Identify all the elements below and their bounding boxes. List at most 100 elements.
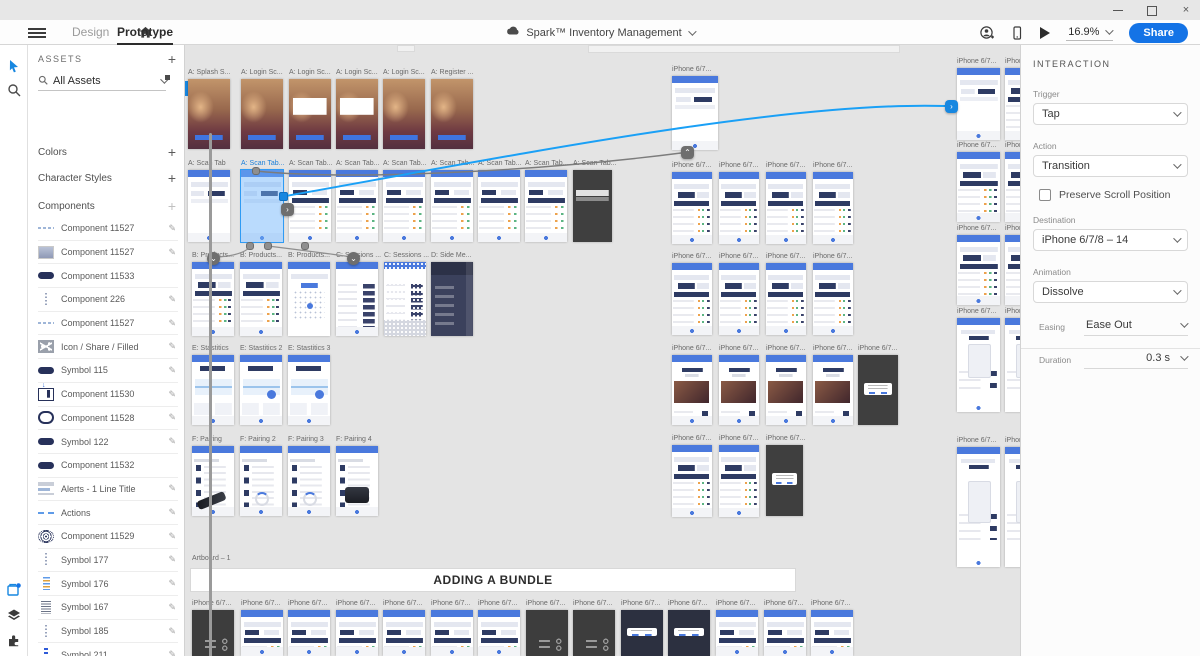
artboard-thumbnail[interactable] (621, 610, 663, 656)
artboard-label[interactable]: F: Pairing (192, 436, 222, 443)
artboard[interactable]: iPhone 6/7... (672, 162, 712, 244)
artboard-label[interactable]: iPhone 6/7... (813, 162, 852, 169)
artboard-label[interactable]: iPhone 6/7... (1005, 437, 1020, 444)
artboard-label[interactable]: B: Products... (240, 252, 282, 259)
edit-icon[interactable]: ✎ (168, 365, 178, 376)
device-preview-icon[interactable] (1010, 25, 1024, 40)
artboard[interactable]: iPhone 6/7... (811, 600, 853, 656)
artboard-thumbnail[interactable] (957, 235, 1000, 305)
artboard-thumbnail[interactable] (431, 79, 473, 149)
artboard[interactable]: F: Pairing 3 (288, 436, 330, 516)
artboard[interactable]: iPhone 6/7... (336, 600, 378, 656)
artboard-thumbnail[interactable] (811, 610, 853, 656)
edit-icon[interactable]: ✎ (168, 247, 178, 258)
artboard-thumbnail[interactable] (288, 446, 330, 516)
artboard-label[interactable]: iPhone 6/7... (766, 253, 805, 260)
destination-dropdown[interactable]: iPhone 6/7/8 – 14 (1033, 229, 1188, 251)
artboard[interactable]: iPhone 6/7... (764, 600, 806, 656)
component-list-item[interactable]: Component 11528 ✎ (38, 406, 178, 431)
preserve-scroll-checkbox[interactable] (1039, 189, 1051, 201)
add-asset-button[interactable]: + (168, 52, 176, 66)
artboard-label[interactable]: iPhone 6/7... (766, 345, 805, 352)
chevron-down-badge-icon[interactable]: ⌄ (347, 252, 360, 265)
artboard-thumbnail[interactable] (192, 610, 234, 656)
artboard-label[interactable]: iPhone 6/7... (431, 600, 470, 607)
artboard-label[interactable]: iPhone 6/7... (719, 345, 758, 352)
edit-icon[interactable]: ✎ (168, 483, 178, 494)
artboard-thumbnail[interactable] (719, 445, 759, 517)
artboard-thumbnail[interactable] (573, 610, 615, 656)
artboard[interactable]: iPhone 6/7... (957, 58, 1000, 140)
artboard[interactable]: E: Stastitics 3 (288, 345, 330, 425)
artboard[interactable]: iPhone 6/7... (719, 345, 759, 425)
artboard-label[interactable]: D: Side Me... (431, 252, 471, 259)
artboard-thumbnail[interactable] (1005, 235, 1020, 305)
artboard-thumbnail[interactable] (766, 263, 806, 335)
artboard-thumbnail[interactable] (336, 170, 378, 242)
artboard-label[interactable]: iPhone 6/7... (858, 345, 897, 352)
artboard[interactable]: iPhone 6/7... (241, 600, 283, 656)
zoom-level-control[interactable]: 16.9% (1066, 24, 1115, 41)
artboard[interactable]: iPhone 6/7... (957, 225, 1000, 305)
artboard-thumbnail[interactable] (957, 447, 1000, 567)
artboard-label[interactable]: iPhone 6/7... (478, 600, 517, 607)
libraries-icon[interactable] (7, 583, 21, 597)
artboard-thumbnail[interactable] (1005, 68, 1020, 140)
artboard-thumbnail[interactable] (431, 170, 473, 242)
artboard-label[interactable]: F: Pairing 3 (288, 436, 324, 443)
artboard-thumbnail[interactable] (957, 318, 1000, 412)
artboard[interactable]: iPhone 6/7... (672, 435, 712, 517)
artboard-thumbnail[interactable] (288, 262, 330, 336)
component-list-item[interactable]: Alerts - 1 Line Title ✎ (38, 477, 178, 502)
section-colors[interactable]: Colors (38, 147, 67, 158)
add-component-button[interactable]: + (168, 199, 176, 213)
artboard-label[interactable]: iPhone 6/7... (336, 600, 375, 607)
component-list-item[interactable]: Component 11527 ✎ (38, 240, 178, 265)
artboard-thumbnail[interactable] (1005, 318, 1020, 412)
component-list-item[interactable]: Component 226 ✎ (38, 288, 178, 312)
artboard-label[interactable]: iPhone 6/7... (719, 253, 758, 260)
artboard[interactable]: iPhone 6/7... (383, 600, 425, 656)
artboard-label[interactable]: A: Scan Tab... (289, 160, 332, 167)
artboard-thumbnail[interactable] (526, 610, 568, 656)
artboard[interactable]: B: Products... (240, 252, 282, 336)
artboard[interactable]: iPhone 6/7... (1005, 308, 1020, 412)
window-minimize-button[interactable] (1112, 4, 1124, 16)
edit-icon[interactable]: ✎ (168, 531, 178, 542)
artboard-thumbnail[interactable] (668, 610, 710, 656)
artboard-label[interactable]: iPhone 6/7... (383, 600, 422, 607)
edit-icon[interactable]: ✎ (168, 341, 178, 352)
component-list-item[interactable]: Component 11533 (38, 264, 178, 289)
component-list-item[interactable]: Symbol 176 ✎ (38, 572, 178, 596)
artboard-thumbnail[interactable] (289, 170, 331, 242)
edit-icon[interactable]: ✎ (168, 412, 178, 423)
artboard-label[interactable]: iPhone 6/7... (716, 600, 755, 607)
artboard[interactable]: A: Scan Tab... (289, 160, 332, 242)
assets-scrollbar[interactable] (209, 133, 212, 656)
edit-icon[interactable]: ✎ (168, 389, 178, 400)
artboard[interactable]: C: Sessions ... (384, 252, 429, 336)
artboard-thumbnail[interactable] (240, 446, 282, 516)
artboard[interactable]: iPhone 6/7... (1005, 58, 1020, 140)
artboard-thumbnail[interactable] (719, 172, 759, 244)
artboard-label[interactable]: iPhone 6/7... (526, 600, 565, 607)
preserve-scroll-checkbox-row[interactable]: Preserve Scroll Position (1039, 189, 1188, 201)
wire-end-arrow-icon[interactable]: › (945, 100, 958, 113)
layers-icon[interactable] (7, 608, 21, 622)
artboard-label[interactable]: A: Scan Tab... (573, 160, 616, 167)
bundle-section-banner[interactable]: ADDING A BUNDLE (190, 568, 796, 592)
artboard-label[interactable]: A: Login Sc... (289, 69, 331, 76)
artboard-label[interactable]: iPhone 6/7... (621, 600, 660, 607)
artboard[interactable]: C: Sessions ... (336, 252, 381, 336)
edit-icon[interactable]: ✎ (168, 223, 178, 234)
trigger-dropdown[interactable]: Tap (1033, 103, 1188, 125)
artboard[interactable]: iPhone 6/7... (431, 600, 473, 656)
edit-icon[interactable]: ✎ (168, 578, 178, 589)
artboard[interactable]: iPhone 6/7... (526, 600, 568, 656)
artboard[interactable]: iPhone 6/7... (766, 435, 805, 516)
artboard[interactable]: iPhone 6/7... (1005, 225, 1020, 305)
artboard-thumbnail[interactable] (192, 355, 234, 425)
artboard-thumbnail[interactable] (383, 170, 425, 242)
artboard-label[interactable]: iPhone 6/7... (957, 308, 996, 315)
hamburger-menu-icon[interactable] (28, 28, 46, 38)
